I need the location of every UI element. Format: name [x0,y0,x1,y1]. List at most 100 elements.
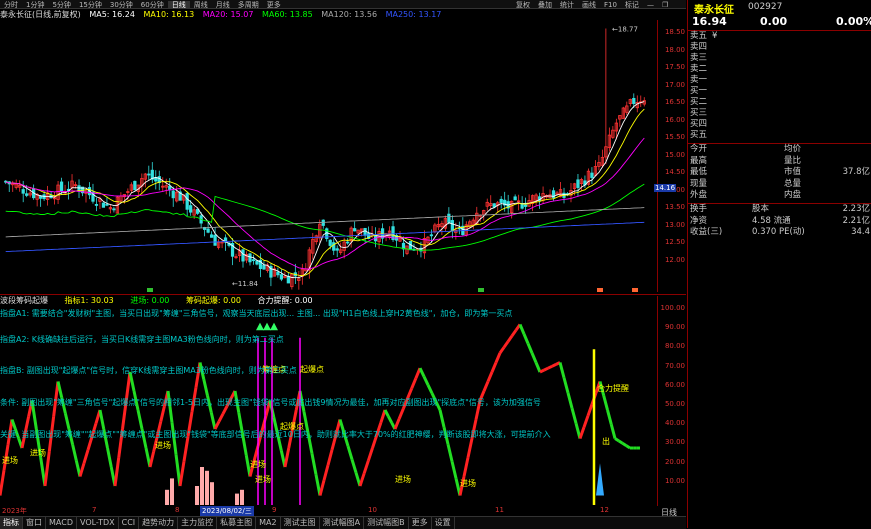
indicator-tick: 90.00 [664,323,685,332]
indicator-value-4: 合力提醒: 0.00 [257,296,313,305]
period-tab-6[interactable]: 日线 [167,1,190,8]
price-summary: 16.94 0.00 0.00% [688,14,871,30]
toolbar-action-4[interactable]: F10 [600,1,621,8]
toolbar-action-5[interactable]: 标记 [621,1,643,8]
candle-body [147,173,151,176]
ma250-value: MA250: 13.17 [385,10,442,19]
signal-marker [147,288,153,292]
period-tab-1[interactable]: 1分钟 [22,1,48,8]
indicator-tab-1[interactable]: 窗口 [23,517,46,529]
period-tab-8[interactable]: 月线 [212,1,234,8]
date-tick: 2023年 [2,507,27,515]
price-tick: 12.50 [664,238,685,246]
indicator-tab-9[interactable]: 测试主图 [281,517,320,529]
candle-body [185,193,189,210]
toolbar-action-0[interactable]: 复权 [512,1,534,8]
indicator-tick: 40.00 [664,419,685,428]
candle-body [94,204,99,206]
toolbar-action-3[interactable]: 画线 [578,1,600,8]
candle-body [353,228,357,232]
indicator-tab-11[interactable]: 测试幅图B [364,517,409,529]
indicator-note: 条件: 副图出现"筹缠"三角信号"起爆点"信号的相邻1-5日内，出现主图"钱袋"… [0,398,541,407]
minus-icon[interactable]: — [643,1,658,8]
candle-body [524,204,528,207]
period-tab-3[interactable]: 15分钟 [75,1,106,8]
period-tab-0[interactable]: 分时 [0,1,22,8]
stock-title: 泰永长征 002927 [688,0,871,16]
order-book-row: 卖二 [690,64,870,75]
ma250-line [5,221,645,253]
candle-body [450,220,454,232]
indicator-tab-10[interactable]: 测试幅图A [320,517,365,529]
indicator-tab-3[interactable]: VOL-TDX [77,517,119,529]
signal-marker [597,288,603,292]
stat-row: 最低 市值 37.8亿 [690,167,870,178]
price-tick: 14.50 [664,168,685,176]
period-side-tab[interactable]: 日线 [661,507,677,518]
indicator-tab-5[interactable]: 趋势动力 [139,517,179,529]
candle-body [248,253,252,263]
chart-title: 泰永长征(日线,前复权) [0,10,81,19]
stat-label: 4.58 流通 [752,215,791,226]
candle-body [279,274,284,280]
toolbar-action-2[interactable]: 统计 [556,1,578,8]
candle-body [189,205,193,213]
period-tab-2[interactable]: 5分钟 [48,1,74,8]
candle-body [209,234,214,238]
date-tick: 7 [92,506,97,514]
candle-body [447,213,451,223]
order-book-row: 买四 [690,119,870,130]
restore-icon[interactable]: ❐ [658,1,672,8]
indicator-value-1: 指标1: 30.03 [64,296,114,305]
candle-body [206,228,210,233]
price-tick: 18.50 [664,28,685,36]
toolbar-action-1[interactable]: 叠加 [534,1,556,8]
indicator-tabs: 指标 窗口 MACD VOL-TDX CCI 趋势动力 主力监控 私募主图 MA2 测试主图 测试幅… [0,516,686,529]
indicator-tab-6[interactable]: 主力监控 [178,517,218,529]
indicator-note: 指盘A1: 需要结合"发财树"主图，当买日出现"筹缠"三角信号，观察当天底层出现… [0,309,513,318]
period-tab-7[interactable]: 周线 [190,1,212,8]
candle-body [168,185,172,191]
indicator-tab-12[interactable]: 更多 [409,517,432,529]
price-tick: 17.50 [664,63,685,71]
period-tab-10[interactable]: 更多 [263,1,285,8]
stat-row: 今开 均价 [690,144,870,155]
stat-row: 最高 量比 [690,156,870,167]
candle-body [133,180,137,191]
indicator-tick: 70.00 [664,361,685,370]
indicator-tab-2[interactable]: MACD [46,517,77,529]
candle-body [632,97,636,104]
indicator-tab-8[interactable]: MA2 [256,517,281,529]
order-book-row: 卖三 [690,53,870,64]
order-level-label: 卖四 [690,42,708,52]
candle-body [101,202,106,208]
stat-row: 现量 总量 [690,179,870,190]
period-tab-4[interactable]: 30分钟 [106,1,137,8]
candlestick-chart[interactable]: ←18.77 ←11.84 [0,20,656,292]
candle-body [251,259,256,262]
price-tick: 16.00 [664,115,685,124]
candle-body [276,271,280,276]
candle-body [255,260,259,265]
stat-value: 2.21亿 [842,215,870,226]
indicator-tab-13[interactable]: 设置 [432,517,455,529]
stat-label: 收益(三) [690,227,723,237]
candle-body [499,198,503,203]
price-change: 0.00 [760,15,788,28]
stat-row: 外盘 内盘 [690,190,870,201]
candle-body [21,189,25,194]
indicator-tab-4[interactable]: CCI [119,517,140,529]
indicator-tab-7[interactable]: 私募主图 [217,517,257,529]
candle-body [346,241,350,244]
period-tab-5[interactable]: 60分钟 [137,1,168,8]
main-chart-header: 泰永长征(日线,前复权) MA5: 16.24 MA10: 16.13 MA20… [0,9,686,20]
period-tab-9[interactable]: 多周期 [234,1,263,8]
ma20-line [5,137,645,270]
candle-body [576,179,580,188]
price-tick: 13.50 [664,203,685,211]
date-tick: 11 [495,506,504,514]
candle-body [335,248,339,251]
order-level-label: 买五 [690,130,708,140]
indicator-tab-0[interactable]: 指标 [0,517,23,529]
date-tick: 10 [368,506,377,514]
